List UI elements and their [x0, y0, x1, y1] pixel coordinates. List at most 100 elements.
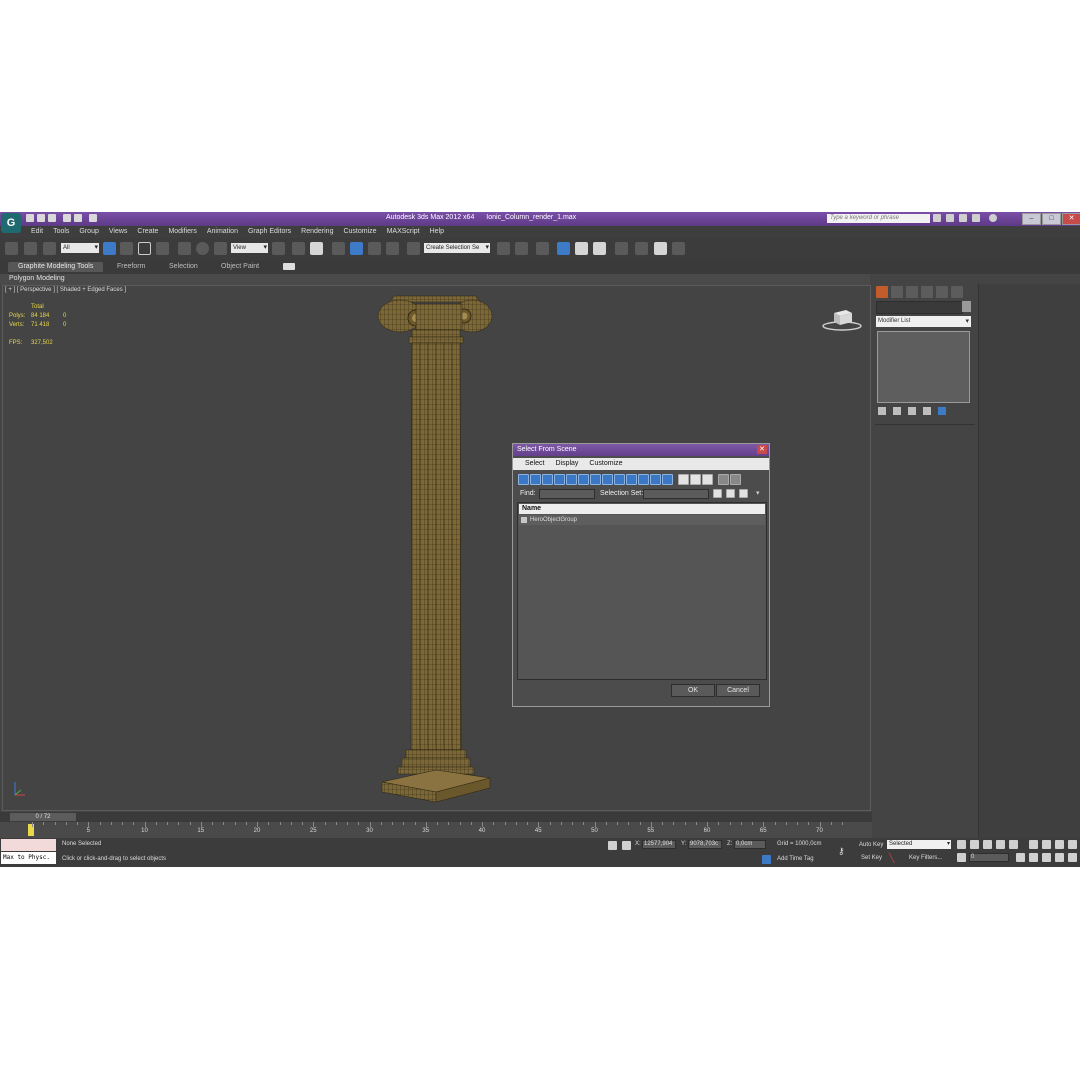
select-none-icon[interactable]: [726, 489, 735, 498]
maxscript-input[interactable]: Max to Physc.: [1, 852, 56, 864]
z-coordinate-field[interactable]: 0,0cm: [734, 840, 766, 849]
set-key-button[interactable]: Set Key: [861, 855, 882, 861]
tab-selection[interactable]: Selection: [169, 262, 198, 272]
display-helpers-icon[interactable]: [566, 474, 577, 485]
menu-customize[interactable]: Customize: [343, 226, 376, 238]
undo-icon[interactable]: [63, 214, 71, 222]
binoculars-icon[interactable]: [933, 214, 941, 222]
align-icon[interactable]: [515, 242, 528, 255]
communication-icon[interactable]: [959, 214, 967, 222]
display-frozen-icon[interactable]: [638, 474, 649, 485]
goto-start-icon[interactable]: [957, 840, 966, 849]
unlink-icon[interactable]: [24, 242, 37, 255]
menu-views[interactable]: Views: [109, 226, 128, 238]
scale-icon[interactable]: [214, 242, 227, 255]
ok-button[interactable]: OK: [671, 684, 715, 697]
hierarchy-tab-icon[interactable]: [906, 286, 918, 298]
auto-key-button[interactable]: Auto Key: [859, 842, 883, 848]
menu-create[interactable]: Create: [137, 226, 158, 238]
object-color-swatch[interactable]: [962, 301, 971, 312]
dialog-menu-select[interactable]: Select: [525, 458, 544, 470]
selection-set-dropdown[interactable]: [643, 489, 709, 499]
default-in-out-tangent-icon[interactable]: ╲: [889, 854, 898, 863]
maximize-viewport-icon[interactable]: [1068, 853, 1077, 862]
motion-tab-icon[interactable]: [921, 286, 933, 298]
time-slider[interactable]: 0 / 72: [0, 812, 872, 822]
play-icon[interactable]: [983, 840, 992, 849]
tab-object-paint[interactable]: Object Paint: [221, 262, 259, 272]
display-cameras-icon[interactable]: [554, 474, 565, 485]
help-icon[interactable]: [989, 214, 997, 222]
display-groups-icon[interactable]: [590, 474, 601, 485]
angle-snap-icon[interactable]: [350, 242, 363, 255]
create-tab-icon[interactable]: [876, 286, 888, 298]
graphite-toggle-icon[interactable]: [557, 242, 570, 255]
named-selection-dropdown[interactable]: Create Selection Se: [424, 243, 490, 253]
select-invert-icon[interactable]: [739, 489, 748, 498]
bind-space-warp-icon[interactable]: [43, 242, 56, 255]
column-header-name[interactable]: Name: [519, 504, 765, 514]
viewport-label[interactable]: [ + ] [ Perspective ] [ Shaded + Edged F…: [5, 287, 126, 293]
rectangular-selection-icon[interactable]: [138, 242, 151, 255]
orbit-icon[interactable]: [1055, 853, 1064, 862]
curve-editor-icon[interactable]: [575, 242, 588, 255]
time-configuration-icon[interactable]: [1016, 853, 1025, 862]
subscription-icon[interactable]: [946, 214, 954, 222]
display-containers-icon[interactable]: [626, 474, 637, 485]
time-slider-handle[interactable]: 0 / 72: [10, 813, 76, 821]
display-none-icon[interactable]: [678, 474, 689, 485]
display-bones-icon[interactable]: [614, 474, 625, 485]
display-shapes-icon[interactable]: [530, 474, 541, 485]
maximize-button[interactable]: □: [1042, 213, 1061, 225]
filter-icon[interactable]: [718, 474, 729, 485]
next-frame-icon[interactable]: [996, 840, 1005, 849]
pivot-center-icon[interactable]: [272, 242, 285, 255]
rendered-frame-window-icon[interactable]: [654, 242, 667, 255]
edit-named-selection-icon[interactable]: [407, 242, 420, 255]
modify-tab-icon[interactable]: [891, 286, 903, 298]
percent-snap-icon[interactable]: [368, 242, 381, 255]
new-file-icon[interactable]: [26, 214, 34, 222]
project-folder-icon[interactable]: [89, 214, 97, 222]
key-icon[interactable]: ⚷: [838, 846, 845, 857]
configure-modifier-sets-icon[interactable]: [938, 407, 946, 415]
select-object-icon[interactable]: [103, 242, 116, 255]
move-icon[interactable]: [178, 242, 191, 255]
render-setup-icon[interactable]: [635, 242, 648, 255]
display-hidden-icon[interactable]: [650, 474, 661, 485]
zoom-icon[interactable]: [1029, 840, 1038, 849]
polygon-modeling-panel-label[interactable]: Polygon Modeling: [9, 275, 65, 282]
menu-rendering[interactable]: Rendering: [301, 226, 333, 238]
key-mode-toggle-icon[interactable]: [957, 853, 966, 862]
keyword-search-input[interactable]: Type a keyword or phrase: [827, 214, 930, 223]
time-tag-icon[interactable]: [762, 855, 771, 864]
zoom-extents-all-icon[interactable]: [1068, 840, 1077, 849]
select-all-icon[interactable]: [713, 489, 722, 498]
save-file-icon[interactable]: [48, 214, 56, 222]
dialog-title-bar[interactable]: Select From Scene ✕: [513, 444, 769, 456]
menu-maxscript[interactable]: MAXScript: [387, 226, 420, 238]
remove-modifier-icon[interactable]: [923, 407, 931, 415]
track-bar[interactable]: 5 10 15 20 25 30 35 40 45 50 55 60 65 70: [0, 822, 872, 838]
show-end-result-icon[interactable]: [893, 407, 901, 415]
current-frame-field[interactable]: 0: [969, 853, 1009, 862]
expand-toolbar-chevron-icon[interactable]: ▾: [756, 489, 760, 497]
zoom-extents-icon[interactable]: [1055, 840, 1064, 849]
pin-stack-icon[interactable]: [878, 407, 886, 415]
menu-group[interactable]: Group: [79, 226, 98, 238]
manipulate-icon[interactable]: [292, 242, 305, 255]
object-name-field[interactable]: [876, 301, 963, 314]
window-crossing-icon[interactable]: [156, 242, 169, 255]
sync-selection-icon[interactable]: [702, 474, 713, 485]
select-by-name-icon[interactable]: [120, 242, 133, 255]
tab-freeform[interactable]: Freeform: [117, 262, 145, 272]
selection-filter-dropdown[interactable]: All: [61, 243, 99, 253]
close-button[interactable]: ✕: [1062, 213, 1080, 225]
snaps-toggle-icon[interactable]: [332, 242, 345, 255]
material-editor-icon[interactable]: [615, 242, 628, 255]
modifier-stack[interactable]: [877, 331, 970, 403]
y-coordinate-field[interactable]: 9078,703c: [688, 840, 722, 849]
schematic-view-icon[interactable]: [593, 242, 606, 255]
display-space-warps-icon[interactable]: [578, 474, 589, 485]
minimize-button[interactable]: –: [1022, 213, 1041, 225]
